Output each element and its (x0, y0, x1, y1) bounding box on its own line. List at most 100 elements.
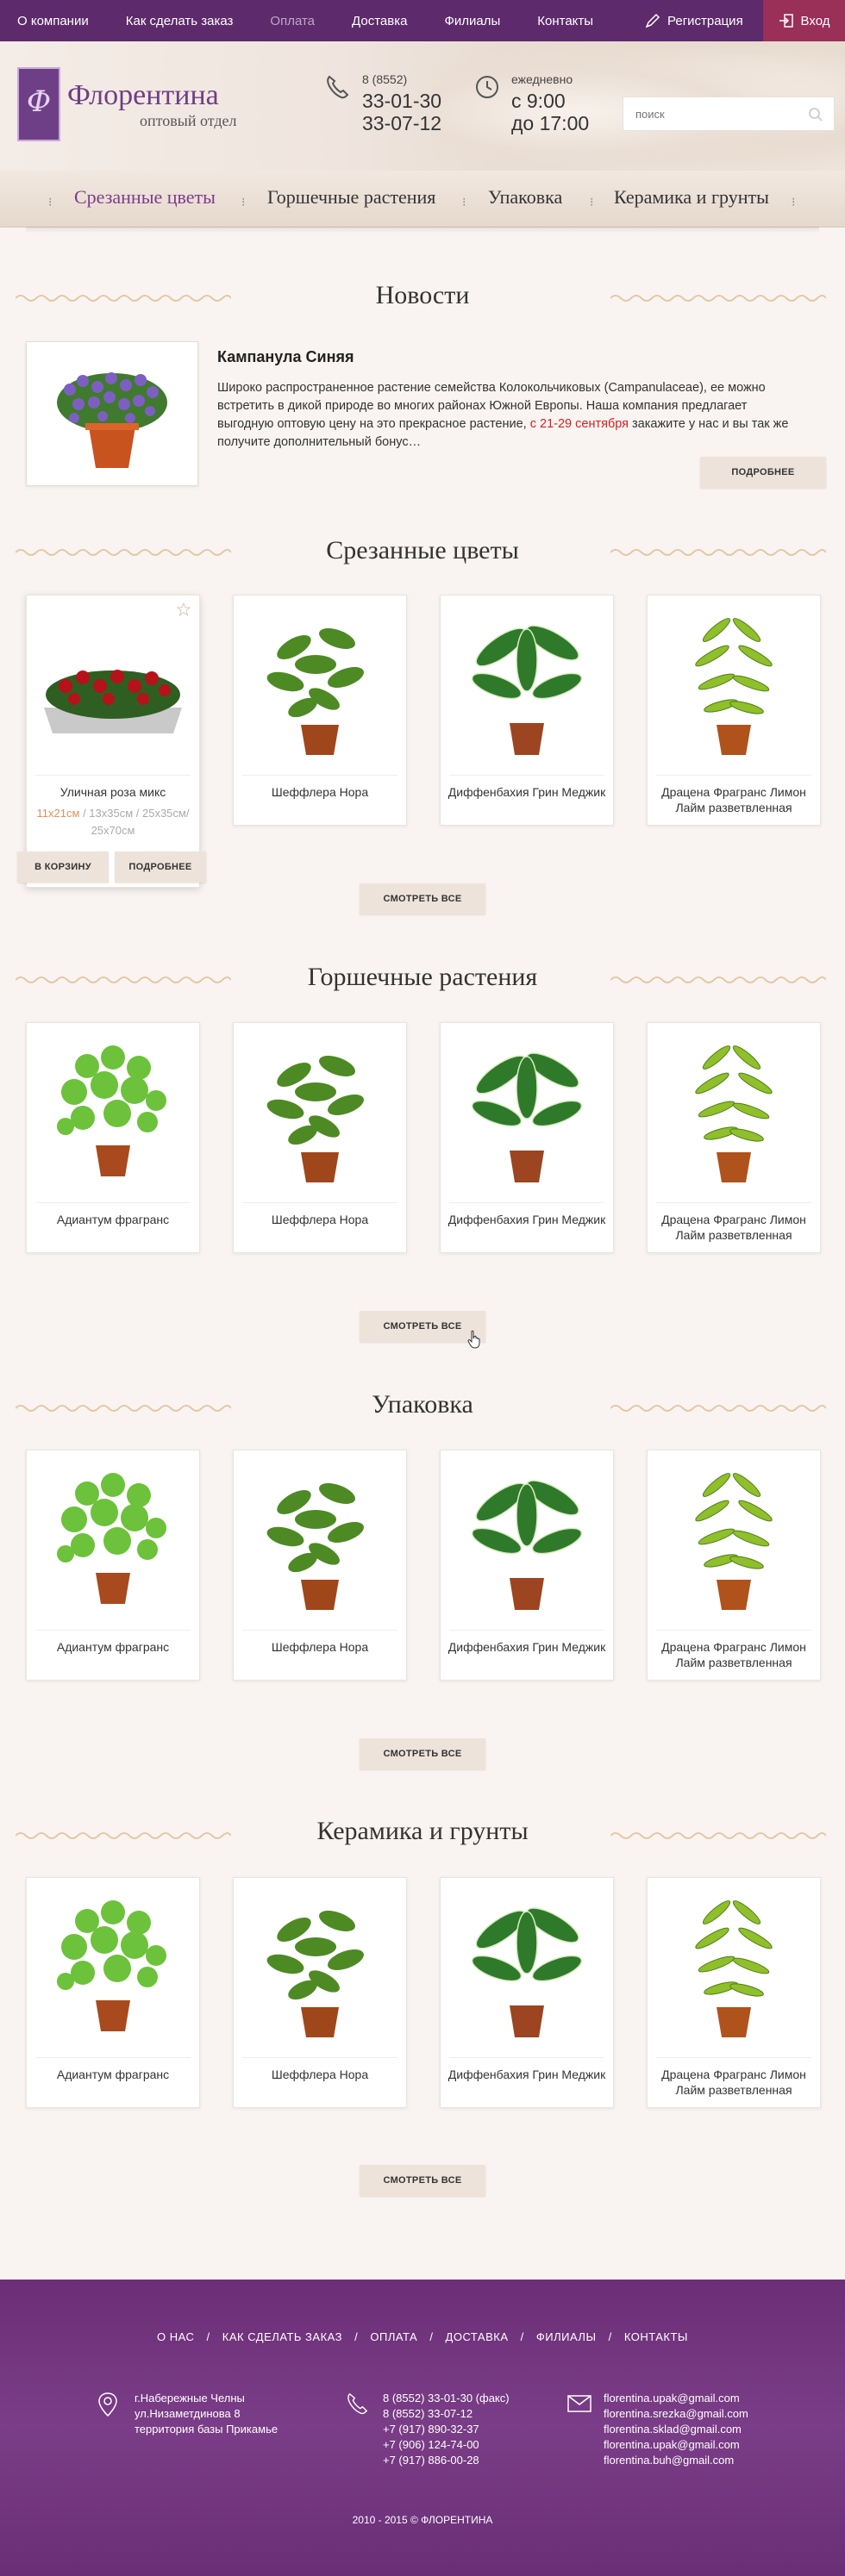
size-selected[interactable]: 11x21см (37, 807, 80, 820)
view-all-button[interactable]: Смотреть все (360, 883, 485, 914)
cat-potted-plants[interactable]: Горшечные растения (267, 186, 435, 209)
product-card[interactable]: Адиантум фрагранс (26, 1877, 200, 2108)
card-divider (449, 2057, 604, 2058)
footer-link-payment[interactable]: ОПЛАТА (370, 2330, 417, 2343)
nav-separator: ⁝ (48, 195, 53, 209)
product-more-button[interactable]: Подробнее (115, 851, 206, 883)
footer-email[interactable]: florentina.srezka@gmail.com (604, 2406, 748, 2422)
news-heading: Новости (375, 281, 470, 309)
footer-phone[interactable]: 8 (8552) 33-01-30 (факс) (383, 2391, 510, 2406)
product-name[interactable]: Адиантум фрагранс (32, 1639, 194, 1655)
card-divider (656, 1202, 811, 1203)
size-options[interactable]: / 13x35см / 25x35см/ 25x70см (79, 807, 189, 837)
dracaena-image (695, 1473, 773, 1610)
register-label: Регистрация (667, 13, 743, 28)
product-name[interactable]: Адиантум фрагранс (32, 2067, 194, 2082)
footer-email[interactable]: florentina.upak@gmail.com (604, 2391, 748, 2406)
footer-link-branches[interactable]: ФИЛИАЛЫ (536, 2330, 597, 2343)
footer-emails: florentina.upak@gmail.com florentina.sre… (604, 2391, 748, 2468)
product-name[interactable]: Шеффлера Нора (239, 1639, 401, 1655)
search-input[interactable] (635, 107, 791, 121)
product-card[interactable]: Адиантум фрагранс (26, 1022, 200, 1253)
adiantum-image (57, 1473, 166, 1604)
logo[interactable]: Ф (17, 67, 60, 141)
rose-mix-image (44, 670, 182, 733)
adiantum-image (57, 1900, 166, 2031)
product-name[interactable]: Диффенбахия Грин Меджик (446, 784, 608, 800)
product-card[interactable]: Драцена Фрагранс Лимон Лайм разветвленна… (647, 1450, 821, 1681)
product-card[interactable]: Адиантум фрагранс (26, 1450, 200, 1681)
product-card[interactable]: Шеффлера Нора (233, 1877, 407, 2108)
hours-from: с 9:00 (511, 90, 566, 112)
product-sizes[interactable]: 11x21см / 13x35см / 25x35см/ 25x70см (34, 805, 192, 839)
card-divider (35, 1202, 191, 1203)
phone-2: 33-07-12 (362, 112, 442, 134)
footer-link-delivery[interactable]: ДОСТАВКА (446, 2330, 509, 2343)
search-box (623, 97, 835, 131)
product-name[interactable]: Диффенбахия Грин Меджик (446, 1212, 608, 1227)
card-divider (656, 2057, 811, 2058)
logo-letters: Ф (26, 84, 52, 119)
dieffenbachia-image (471, 1907, 583, 2037)
view-all-button[interactable]: Смотреть все (360, 1738, 485, 1769)
product-card[interactable]: Драцена Фрагранс Лимон Лайм разветвленна… (647, 1877, 821, 2108)
product-card[interactable]: Диффенбахия Грин Меджик (440, 595, 614, 826)
register-link[interactable]: Регистрация (645, 0, 743, 41)
news-item-title[interactable]: Кампанула Синяя (217, 348, 354, 366)
card-divider (656, 775, 811, 776)
footer-phone[interactable]: +7 (917) 886-00-28 (383, 2453, 510, 2468)
footer-nav: О НАС / КАК СДЕЛАТЬ ЗАКАЗ / ОПЛАТА / ДОС… (157, 2330, 688, 2343)
footer-link-about[interactable]: О НАС (157, 2330, 194, 2343)
brand-subtitle: оптовый отдел (140, 112, 237, 129)
news-image[interactable] (26, 341, 198, 486)
news-more-button[interactable]: Подробнее (700, 457, 826, 488)
login-button[interactable]: Вход (763, 0, 845, 41)
product-card[interactable]: Диффенбахия Грин Меджик (440, 1022, 614, 1253)
footer-link-contacts[interactable]: КОНТАКТЫ (624, 2330, 688, 2343)
product-card[interactable]: Драцена Фрагранс Лимон Лайм разветвленна… (647, 595, 821, 826)
footer-email[interactable]: florentina.buh@gmail.com (604, 2453, 748, 2468)
login-icon (779, 14, 793, 28)
product-name[interactable]: Уличная роза микс (32, 784, 194, 800)
product-name[interactable]: Драцена Фрагранс Лимон Лайм разветвленна… (653, 1639, 815, 1670)
topnav-payment[interactable]: Оплата (270, 14, 315, 28)
footer-phone[interactable]: 8 (8552) 33-07-12 (383, 2406, 510, 2422)
topnav-contacts[interactable]: Контакты (537, 14, 593, 28)
product-card[interactable]: Шеффлера Нора (233, 1450, 407, 1681)
cat-packaging[interactable]: Упаковка (488, 186, 562, 209)
product-card[interactable]: Диффенбахия Грин Меджик (440, 1877, 614, 2108)
footer-email[interactable]: florentina.sklad@gmail.com (604, 2422, 748, 2437)
product-card[interactable]: Уличная роза микс 11x21см / 13x35см / 25… (26, 595, 200, 888)
product-name[interactable]: Адиантум фрагранс (32, 1212, 194, 1227)
topnav-branches[interactable]: Филиалы (444, 14, 500, 28)
product-name[interactable]: Шеффлера Нора (239, 784, 401, 800)
product-name[interactable]: Диффенбахия Грин Меджик (446, 2067, 608, 2082)
product-card[interactable]: Шеффлера Нора (233, 595, 407, 826)
product-card[interactable]: Шеффлера Нора (233, 1022, 407, 1253)
add-to-cart-button[interactable]: В корзину (17, 851, 109, 883)
product-card[interactable]: Драцена Фрагранс Лимон Лайм разветвленна… (647, 1022, 821, 1253)
product-name[interactable]: Драцена Фрагранс Лимон Лайм разветвленна… (653, 2067, 815, 2098)
cat-ceramics[interactable]: Керамика и грунты (614, 186, 769, 209)
product-name[interactable]: Шеффлера Нора (239, 1212, 401, 1227)
topnav-delivery[interactable]: Доставка (352, 14, 407, 28)
topnav-about[interactable]: О компании (17, 14, 89, 28)
product-name[interactable]: Диффенбахия Грин Меджик (446, 1639, 608, 1655)
product-name[interactable]: Драцена Фрагранс Лимон Лайм разветвленна… (653, 1212, 815, 1243)
product-name[interactable]: Драцена Фрагранс Лимон Лайм разветвленна… (653, 784, 815, 815)
search-icon[interactable] (808, 107, 823, 122)
card-divider (242, 775, 397, 776)
view-all-button[interactable]: Смотреть все (360, 2165, 485, 2196)
footer-phone[interactable]: +7 (906) 124-74-00 (383, 2437, 510, 2453)
nav-separator: ⁝ (462, 195, 466, 209)
address-line: ул.Низаметдинова 8 (135, 2407, 241, 2420)
product-card[interactable]: Диффенбахия Грин Меджик (440, 1450, 614, 1681)
footer-phone[interactable]: +7 (917) 890-32-37 (383, 2422, 510, 2437)
product-name[interactable]: Шеффлера Нора (239, 2067, 401, 2082)
footer-email[interactable]: florentina.upak@gmail.com (604, 2437, 748, 2453)
topnav-how-to-order[interactable]: Как сделать заказ (126, 14, 234, 28)
cat-cut-flowers[interactable]: Срезанные цветы (74, 186, 216, 209)
footer-link-how-to-order[interactable]: КАК СДЕЛАТЬ ЗАКАЗ (222, 2330, 342, 2343)
address-line: г.Набережные Челны (135, 2392, 245, 2404)
card-divider (449, 1202, 604, 1203)
